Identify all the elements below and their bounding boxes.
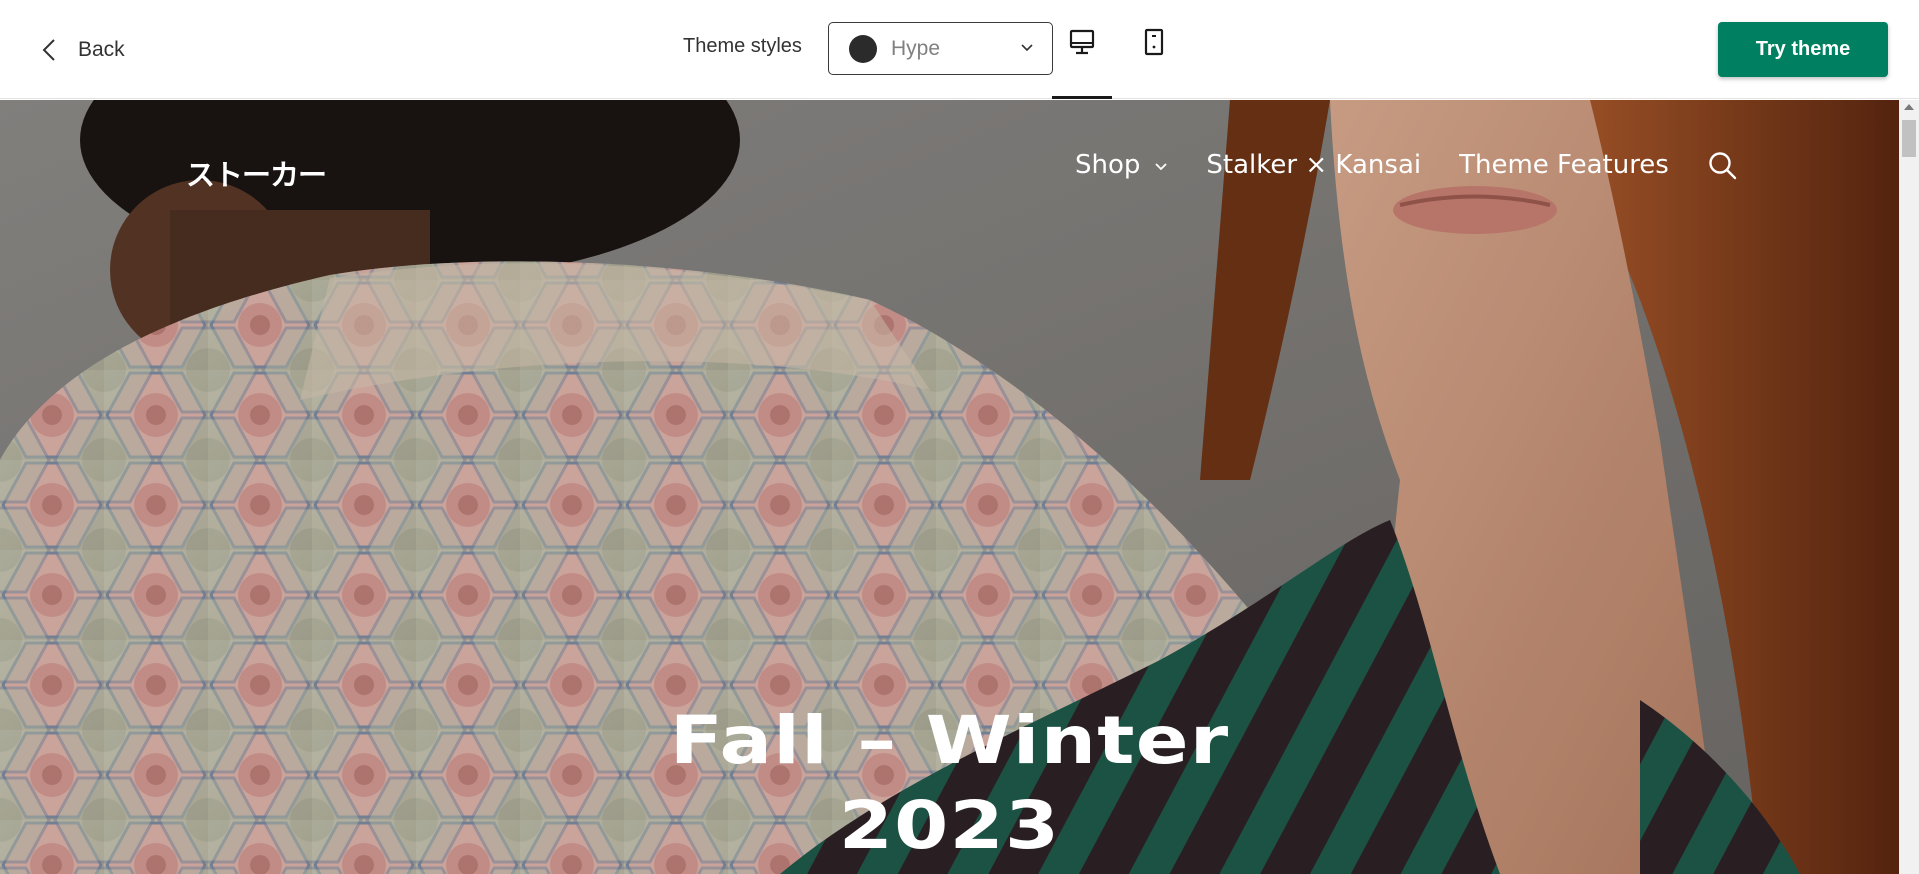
desktop-icon (1069, 29, 1095, 55)
chevron-down-icon (1155, 163, 1168, 171)
try-theme-button[interactable]: Try theme (1718, 22, 1888, 77)
theme-style-value: Hype (891, 36, 941, 60)
store-nav: Shop Stalker × Kansai Theme Features (1075, 150, 1737, 180)
scroll-thumb[interactable] (1902, 120, 1916, 157)
desktop-view-button[interactable] (1052, 28, 1112, 99)
search-icon[interactable] (1707, 150, 1737, 180)
mobile-view-button[interactable] (1124, 28, 1184, 98)
scroll-up-arrow-icon[interactable] (1904, 104, 1914, 110)
hero-title-line-1: Fall – Winter (669, 702, 1230, 779)
chevron-left-icon (42, 39, 55, 61)
back-button[interactable]: Back (38, 30, 125, 70)
nav-shop-label: Shop (1075, 150, 1141, 180)
nav-shop[interactable]: Shop (1075, 150, 1168, 180)
chevron-down-icon (1021, 44, 1033, 52)
hero-title: Fall – Winter 2023 (0, 698, 1899, 868)
style-color-swatch (849, 34, 877, 63)
theme-styles-label: Theme styles (683, 35, 802, 57)
nav-stalker-kansai[interactable]: Stalker × Kansai (1206, 150, 1421, 180)
mobile-icon (1144, 28, 1164, 56)
storefront-preview: ストーカー Shop Stalker × Kansai Theme Featur… (0, 100, 1899, 874)
nav-theme-features[interactable]: Theme Features (1459, 150, 1669, 180)
theme-style-select[interactable]: Hype (828, 22, 1053, 75)
theme-preview-toolbar: Back Theme styles Hype Try theme (0, 0, 1919, 99)
store-logo[interactable]: ストーカー (186, 152, 327, 194)
back-label: Back (78, 38, 125, 61)
hero-title-line-2: 2023 (838, 787, 1061, 864)
preview-scrollbar[interactable] (1899, 100, 1919, 874)
